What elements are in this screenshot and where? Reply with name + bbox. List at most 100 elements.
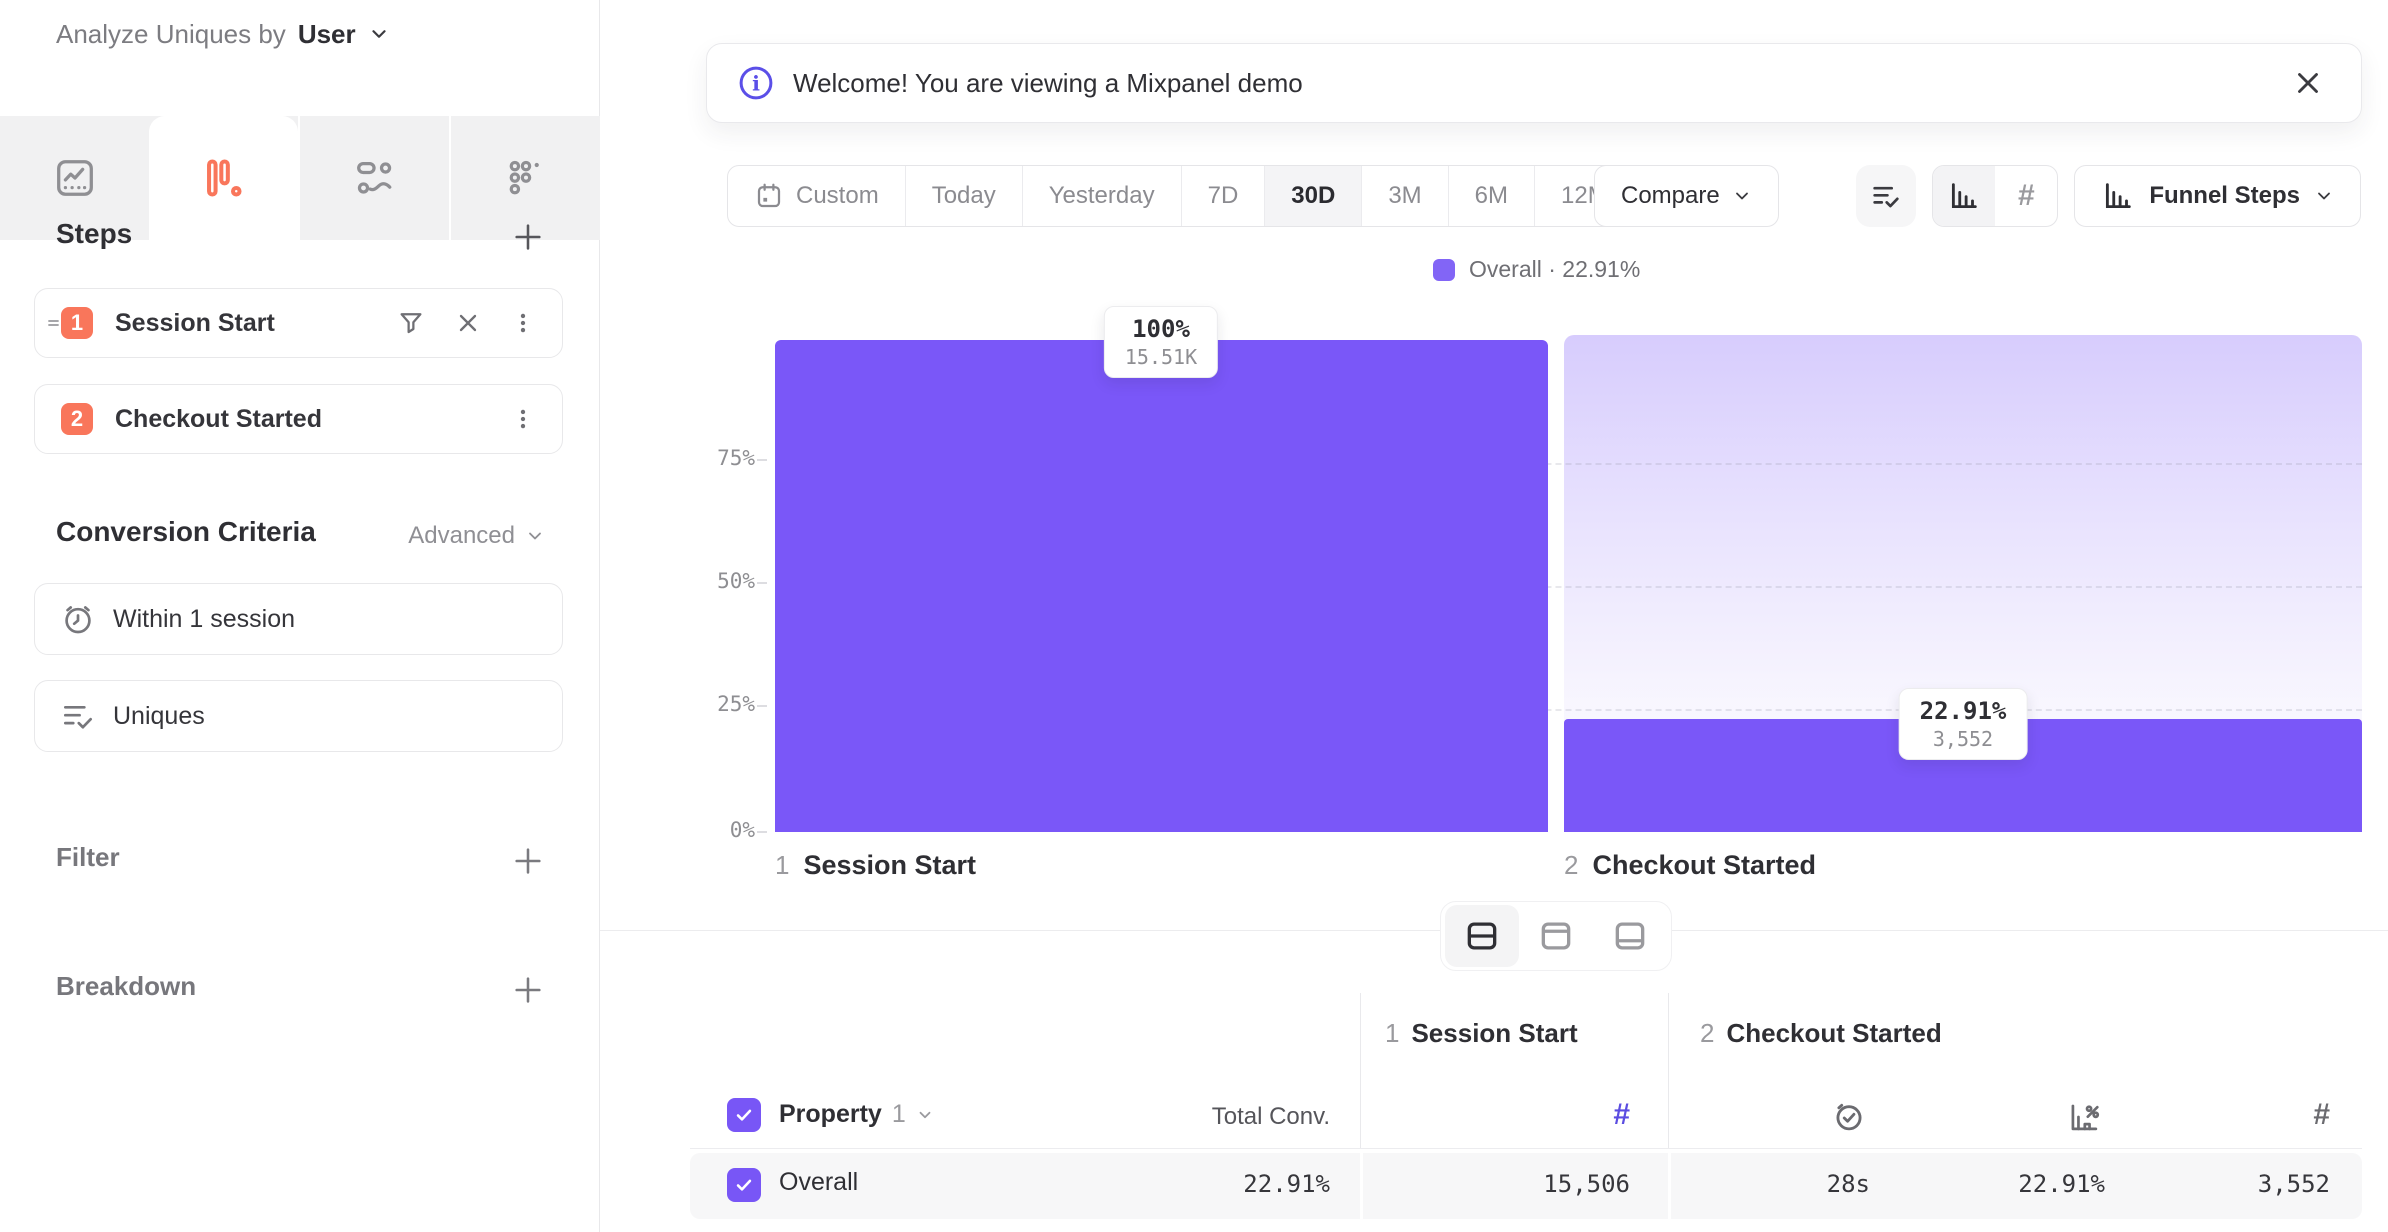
date-range-7d[interactable]: 7D — [1181, 166, 1265, 226]
y-axis-tick: 25% — [660, 692, 755, 716]
flows-icon — [352, 155, 398, 201]
header-border — [690, 1148, 2362, 1149]
analyze-by-value[interactable]: User — [298, 19, 356, 50]
top-panel-icon — [1536, 917, 1576, 955]
step-label[interactable]: Session Start — [115, 309, 275, 338]
value-display-segmented: # — [1932, 165, 2058, 227]
count-column-icon-selected[interactable]: # — [1550, 1098, 1630, 1132]
uniques-metric-button[interactable] — [1856, 165, 1916, 227]
date-range-3m[interactable]: 3M — [1361, 166, 1447, 226]
advanced-dropdown[interactable]: Advanced — [408, 522, 545, 550]
row-checkbox[interactable] — [727, 1168, 761, 1202]
analyze-by-row: Analyze Uniques by User — [56, 8, 390, 60]
table-only-view-button[interactable] — [1593, 905, 1667, 967]
y-axis-tick: 75% — [660, 446, 755, 470]
table-group-checkout-started: 2 Checkout Started — [1700, 1018, 1942, 1049]
date-range-6m[interactable]: 6M — [1448, 166, 1534, 226]
split-view-icon — [1462, 917, 1502, 955]
add-filter-button[interactable] — [511, 844, 545, 878]
date-range-30d[interactable]: 30D — [1264, 166, 1361, 226]
filter-funnel-icon[interactable] — [396, 308, 426, 338]
date-range-yesterday[interactable]: Yesterday — [1022, 166, 1181, 226]
y-axis-tickmark — [757, 459, 767, 461]
tooltip-count: 15.51K — [1125, 345, 1197, 369]
bar-value-tooltip: 22.91% 3,552 — [1899, 688, 2028, 760]
legend-label: Overall · 22.91% — [1469, 256, 1640, 283]
funnel-steps-dropdown[interactable]: Funnel Steps — [2074, 165, 2361, 227]
bottom-panel-icon — [1610, 917, 1650, 955]
date-range-today[interactable]: Today — [905, 166, 1022, 226]
conversion-window-row[interactable]: Within 1 session — [34, 583, 563, 655]
chart-legend[interactable]: Overall · 22.91% — [1433, 256, 1640, 283]
breakdown-section-label: Breakdown — [56, 971, 196, 1002]
main-content: i Welcome! You are viewing a Mixpanel de… — [600, 0, 2388, 1232]
advanced-label: Advanced — [408, 522, 515, 550]
step-row-2[interactable]: 2 Checkout Started — [34, 384, 563, 454]
counting-method-label: Uniques — [113, 702, 205, 731]
tooltip-percentage: 100% — [1125, 315, 1197, 343]
y-axis-tickmark — [757, 582, 767, 584]
step-number-badge: 2 — [61, 403, 93, 435]
total-conv-column-header[interactable]: Total Conv. — [1110, 1103, 1330, 1131]
steps-title: Steps — [56, 218, 132, 250]
count-column-icon[interactable]: # — [2250, 1098, 2330, 1132]
row-name: Overall — [779, 1168, 858, 1197]
step-row-1[interactable]: 1 Session Start — [34, 288, 563, 358]
conv-rate-column-icon[interactable] — [2065, 1098, 2103, 1136]
number-view-button[interactable]: # — [1995, 165, 2057, 227]
property-column-header[interactable]: Property 1 — [779, 1100, 934, 1129]
svg-text:i: i — [752, 71, 760, 95]
cell-checkout-count: 3,552 — [2110, 1170, 2330, 1198]
chart-toolbar: Custom Today Yesterday 7D 30D 3M 6M 12M … — [600, 165, 2388, 227]
info-icon: i — [737, 64, 775, 102]
y-axis-tick: 0% — [660, 818, 755, 842]
column-border — [1668, 993, 1669, 1148]
list-check-icon — [1869, 179, 1903, 213]
tab-flows[interactable] — [298, 116, 449, 240]
retention-dots-icon — [503, 155, 549, 201]
filter-section-label: Filter — [56, 842, 120, 873]
alarm-clock-icon — [59, 600, 97, 638]
drag-handle-icon[interactable] — [44, 313, 64, 333]
x-axis-label-step2: 2 Checkout Started — [1564, 850, 1816, 881]
compare-button[interactable]: Compare — [1594, 165, 1779, 227]
welcome-banner: i Welcome! You are viewing a Mixpanel de… — [706, 43, 2362, 123]
date-range-control: Custom Today Yesterday 7D 30D 3M 6M 12M — [727, 165, 1635, 227]
bar-chart-icon — [1947, 179, 1981, 213]
counting-method-row[interactable]: Uniques — [34, 680, 563, 752]
funnel-chart-plot: 100% 15.51K 22.91% 3,552 — [775, 340, 2362, 832]
y-axis-tickmark — [757, 831, 767, 833]
kebab-menu-icon[interactable] — [510, 308, 536, 338]
x-axis-label-step1: 1 Session Start — [775, 850, 976, 881]
column-border — [1360, 993, 1361, 1148]
cell-checkout-conv-rate: 22.91% — [1885, 1170, 2105, 1198]
add-breakdown-button[interactable] — [511, 973, 545, 1007]
legend-swatch — [1433, 259, 1455, 281]
date-range-custom[interactable]: Custom — [728, 166, 905, 226]
bar-chart-icon — [2101, 179, 2135, 213]
remove-step-icon[interactable] — [454, 309, 482, 337]
tab-funnels[interactable] — [149, 116, 298, 240]
kebab-menu-icon[interactable] — [510, 404, 536, 434]
chevron-down-icon[interactable] — [368, 23, 390, 45]
bar-chart-view-button[interactable] — [1933, 165, 1995, 227]
add-step-button[interactable] — [511, 220, 545, 254]
insights-chart-icon — [52, 155, 98, 201]
chart-only-view-button[interactable] — [1519, 905, 1593, 967]
avg-time-column-icon[interactable] — [1830, 1098, 1868, 1136]
cell-session-start-count: 15,506 — [1410, 1170, 1630, 1198]
close-icon[interactable] — [2291, 66, 2325, 100]
cell-total-conv: 22.91% — [1110, 1170, 1330, 1198]
step-label[interactable]: Checkout Started — [115, 405, 322, 434]
select-all-checkbox[interactable] — [727, 1098, 761, 1132]
hash-icon: # — [2018, 179, 2035, 213]
tooltip-percentage: 22.91% — [1920, 697, 2007, 725]
step-number-badge: 1 — [61, 307, 93, 339]
row-column-gap — [1360, 1153, 1363, 1219]
banner-message: Welcome! You are viewing a Mixpanel demo — [793, 68, 1303, 99]
table-group-session-start: 1 Session Start — [1385, 1018, 1578, 1049]
bar-value-tooltip: 100% 15.51K — [1104, 306, 1218, 378]
y-axis-tickmark — [757, 705, 767, 707]
funnel-bar-session-start[interactable] — [775, 340, 1548, 832]
split-view-button[interactable] — [1445, 905, 1519, 967]
